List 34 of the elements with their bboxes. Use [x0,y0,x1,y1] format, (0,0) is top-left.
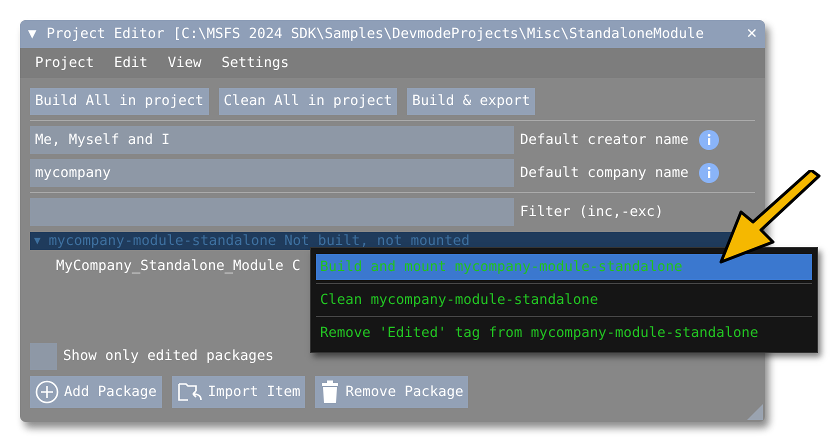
menu-item[interactable]: Edit [114,52,148,74]
collapse-toggle[interactable]: ▼ [28,24,36,44]
package-status: Not built, not mounted [284,232,470,250]
info-icon[interactable] [698,130,719,150]
folder-arrow-icon [176,380,203,404]
action-button[interactable]: Import Item [172,376,306,408]
package-name: mycompany-module-standalone [48,232,276,250]
field-label: Filter (inc,-exc) [520,202,664,222]
menu-item[interactable]: Project [35,52,94,74]
toolbar-button[interactable]: Build & export [407,88,536,115]
toolbar-button[interactable]: Build All in project [30,88,209,115]
text-field[interactable]: mycompany [30,159,514,187]
field-label: Default creator name [520,130,689,150]
menu-item[interactable]: Settings [221,52,289,74]
module-row[interactable]: MyCompany_Standalone_Module C [56,256,300,276]
menu-item[interactable]: View [168,52,202,74]
plus-circle-icon [35,380,59,404]
filter-field[interactable] [30,198,514,226]
info-icon[interactable] [698,163,719,183]
checkbox-label: Show only edited packages [63,347,274,366]
text-field[interactable]: Me, Myself and I [30,126,514,154]
menu-option[interactable]: Remove 'Edited' tag from mycompany-module-standalone [316,320,812,346]
window-title: Project Editor [C:\MSFS 2024 SDK\Samples\DevmodeProjects\Misc\StandaloneModule [46,24,705,44]
close-button[interactable]: ✕ [746,21,757,47]
checkbox[interactable] [30,343,57,370]
action-button[interactable]: Remove Package [315,376,468,408]
menu-option[interactable]: Clean mycompany-module-standalone [316,287,812,313]
toolbar-button[interactable]: Clean All in project [218,88,398,115]
field-label: Default company name [520,164,689,182]
resize-grip-icon[interactable] [747,404,763,420]
expand-toggle[interactable]: ▼ [34,232,41,250]
trash-icon [320,380,340,404]
menu-option[interactable]: Build and mount mycompany-module-standalone [316,254,812,280]
action-button[interactable]: Add Package [30,376,162,408]
